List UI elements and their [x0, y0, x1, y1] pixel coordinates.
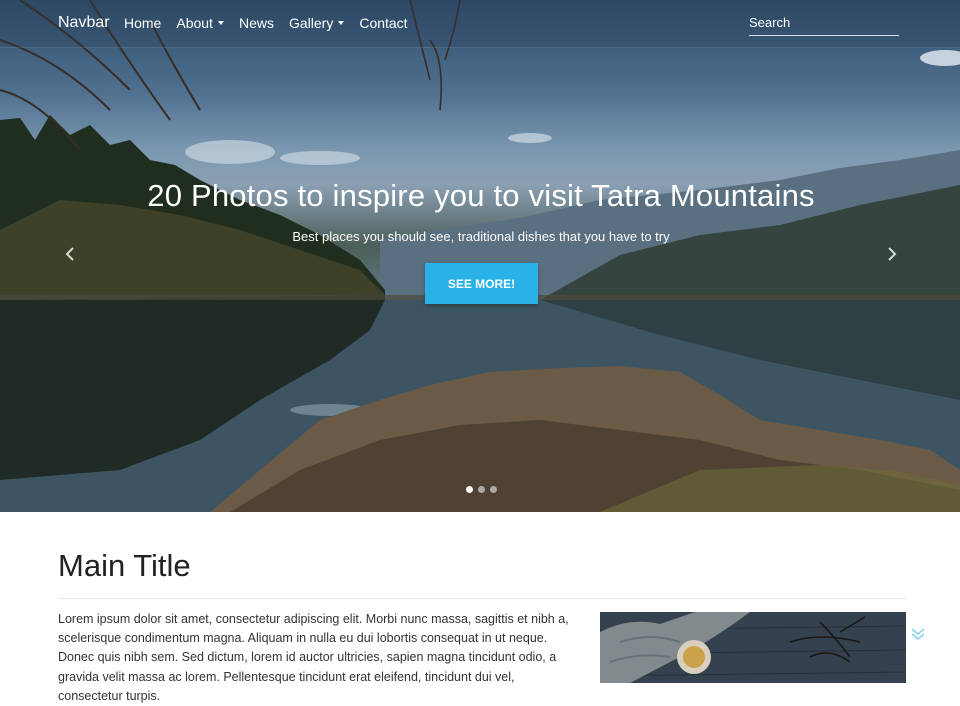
nav-item-news[interactable]: News	[239, 15, 274, 31]
nav-item-label: News	[238, 15, 274, 31]
divider	[58, 598, 906, 599]
body-paragraph: Lorem ipsum dolor sit amet, consectetur …	[58, 612, 569, 703]
hero-background-image	[0, 0, 960, 512]
food-photo	[600, 612, 906, 683]
hero-carousel: Navbar Home About News Gallery Contact 2…	[0, 0, 960, 512]
nav-item-contact[interactable]: Contact	[359, 15, 407, 31]
article-image	[600, 612, 906, 683]
hero-title: 20 Photos to inspire you to visit Tatra …	[147, 178, 815, 213]
main-title: Main Title	[58, 548, 191, 583]
caret-down-icon	[217, 21, 224, 25]
chevron-left-icon[interactable]	[64, 246, 76, 262]
chevron-right-icon[interactable]	[886, 246, 898, 262]
navbar-brand[interactable]: Navbar	[58, 14, 110, 32]
nav-item-label: About	[176, 15, 213, 31]
nav-item-about[interactable]: About	[176, 15, 224, 31]
see-more-button[interactable]: SEE MORE!	[425, 263, 538, 304]
carousel-indicator[interactable]	[466, 486, 473, 493]
caret-down-icon	[338, 21, 345, 25]
hero-subtitle: Best places you should see, traditional …	[292, 229, 670, 244]
search-input[interactable]	[749, 10, 899, 36]
nav-item-gallery[interactable]: Gallery	[288, 15, 345, 31]
nav-item-home[interactable]: Home	[124, 15, 161, 31]
carousel-indicator[interactable]	[490, 486, 497, 493]
double-chevron-down-icon[interactable]	[910, 626, 926, 642]
carousel-indicator[interactable]	[478, 486, 485, 493]
carousel-indicators	[466, 486, 502, 493]
nav-item-label: Contact	[359, 15, 408, 31]
nav-links: Home About News Gallery Contact	[124, 15, 423, 31]
nav-item-label: Gallery	[288, 15, 334, 31]
navbar: Navbar Home About News Gallery Contact	[0, 0, 960, 48]
nav-item-label: Home	[124, 15, 162, 31]
